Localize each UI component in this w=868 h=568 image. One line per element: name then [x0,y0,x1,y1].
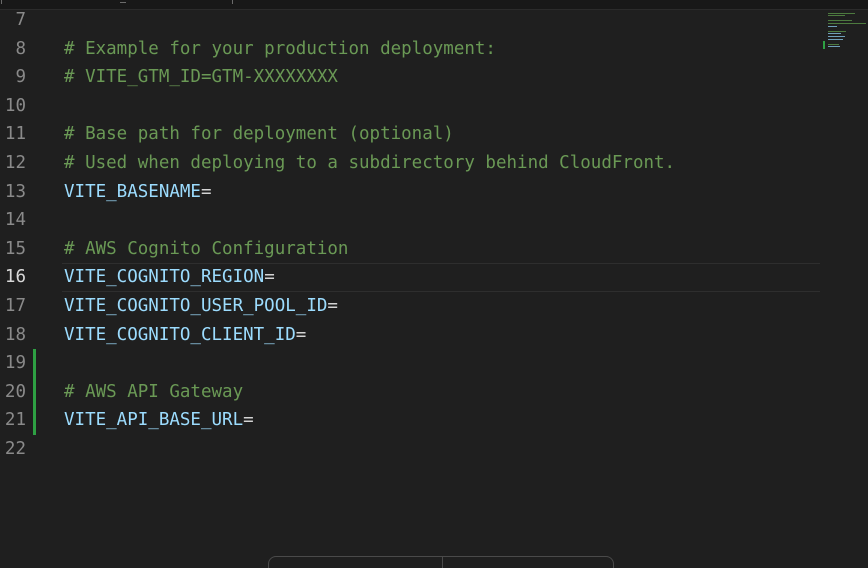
line-number: 14 [4,210,26,231]
minimap-line [828,43,840,45]
comment-token: # Used when deploying to a subdirectory … [64,153,676,173]
minimap-line [828,15,845,17]
code-line[interactable]: 15 # AWS Cognito Configuration [0,235,820,264]
line-content[interactable]: # VITE_GTM_ID=GTM-XXXXXXXX [64,63,338,92]
variable-token: VITE_API_BASE_URL [64,410,244,431]
minimap-line [828,38,843,40]
tab-edge-mark [120,2,126,3]
minimap-line [828,30,846,32]
tab-edge-mark [1,0,2,4]
code-line[interactable]: 10 [0,92,820,121]
line-content[interactable]: VITE_API_BASE_URL= [64,406,254,435]
line-number: 8 [15,38,26,59]
comment-token: # Example for your production deployment… [64,38,496,59]
code-editor[interactable]: 7 8 # Example for your production deployme… [0,6,820,568]
line-content[interactable]: VITE_COGNITO_REGION= [64,263,275,292]
variable-token: VITE_COGNITO_CLIENT_ID [64,324,296,345]
line-number: 15 [4,238,26,259]
minimap-line [828,46,840,48]
operator-token: = [264,267,275,288]
line-number: 22 [4,439,26,459]
code-line[interactable]: 16 VITE_COGNITO_REGION= [0,263,820,292]
line-number: 21 [4,410,26,431]
panel-tab-divider [442,557,443,568]
line-number: 17 [4,296,26,316]
line-number: 11 [4,124,26,145]
line-content[interactable]: # Used when deploying to a subdirectory … [64,149,675,178]
minimap-line [828,23,866,24]
minimap[interactable] [823,6,868,66]
variable-token: VITE_COGNITO_REGION [64,267,265,288]
tab-edge-mark [232,0,233,4]
code-line[interactable]: 13 VITE_BASENAME= [0,178,820,207]
code-line[interactable]: 20 # AWS API Gateway [0,378,820,407]
line-number: 9 [15,67,26,88]
line-content[interactable]: VITE_BASENAME= [64,178,212,207]
code-line[interactable]: 19 [0,349,820,378]
line-content[interactable]: VITE_COGNITO_CLIENT_ID= [64,321,306,350]
minimap-line [828,36,845,37]
line-content[interactable]: # AWS API Gateway [64,378,243,407]
code-line[interactable]: 7 [0,6,820,35]
code-line[interactable]: 18 VITE_COGNITO_CLIENT_ID= [0,321,820,350]
operator-token: = [243,410,254,431]
code-line[interactable]: 21 VITE_API_BASE_URL= [0,406,820,435]
minimap-line [828,25,838,27]
code-line[interactable]: 12 # Used when deploying to a subdirector… [0,149,820,178]
line-content[interactable]: # Base path for deployment (optional) [64,120,454,149]
code-line[interactable]: 22 [0,435,820,464]
minimap-line [828,20,853,22]
code-line[interactable]: 9 # VITE_GTM_ID=GTM-XXXXXXXX [0,63,820,92]
operator-token: = [200,181,212,202]
line-number: 13 [4,181,26,202]
comment-token: # VITE_GTM_ID=GTM-XXXXXXXX [64,67,338,88]
line-number: 7 [15,10,26,30]
minimap-line [828,12,855,14]
line-content[interactable]: # Example for your production deployment… [64,35,496,64]
operator-token: = [327,296,338,316]
comment-token: # AWS Cognito Configuration [64,238,349,259]
line-number: 18 [4,324,26,345]
line-number: 12 [4,153,26,173]
code-line[interactable]: 8 # Example for your production deploymen… [0,35,820,64]
line-content[interactable]: # AWS Cognito Configuration [64,235,348,264]
line-number: 20 [4,381,26,402]
operator-token: = [295,324,307,345]
minimap-change-marker [823,46,825,49]
code-line[interactable]: 14 [0,206,820,235]
code-line[interactable]: 17 VITE_COGNITO_USER_POOL_ID= [0,292,820,321]
bottom-panel-tabs[interactable] [268,556,614,568]
minimap-line [828,33,841,35]
comment-token: # AWS API Gateway [64,381,244,402]
code-line[interactable]: 11 # Base path for deployment (optional) [0,120,820,149]
added-lines-gutter-indicator[interactable] [33,349,36,435]
variable-token: VITE_COGNITO_USER_POOL_ID [64,296,328,316]
line-content[interactable]: VITE_COGNITO_USER_POOL_ID= [64,292,338,321]
comment-token: # Base path for deployment (optional) [64,124,454,145]
line-number: 19 [4,353,26,374]
variable-token: VITE_BASENAME [64,181,201,202]
line-number: 10 [4,95,26,116]
line-number: 16 [4,267,26,288]
